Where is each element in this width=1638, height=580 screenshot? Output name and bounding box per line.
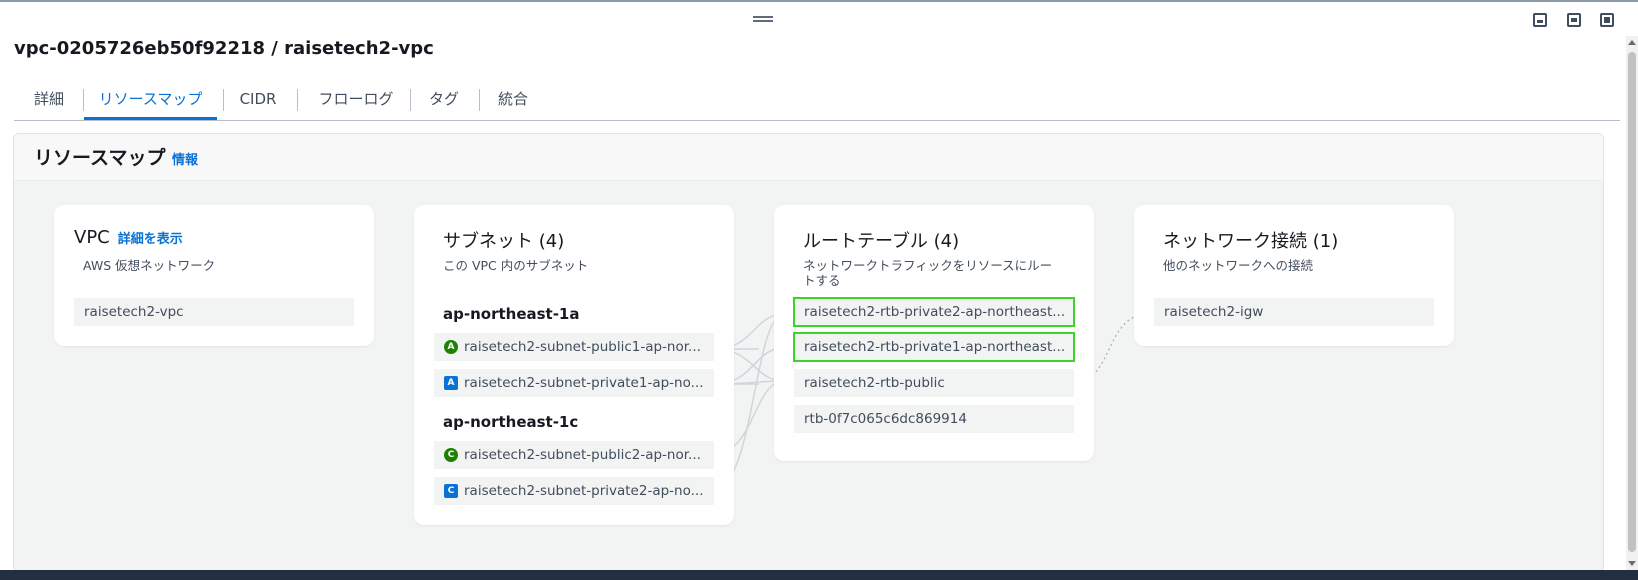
vpc-card-title: VPC 詳細を表示: [74, 227, 183, 248]
vpc-card-subtitle: AWS 仮想ネットワーク: [83, 258, 216, 273]
minimize-panel-icon[interactable]: [1533, 13, 1547, 27]
subnet-item-private2[interactable]: C raisetech2-subnet-private2-ap-no...: [434, 477, 714, 505]
bottom-bar: [0, 570, 1638, 580]
az-label: ap-northeast-1c: [443, 413, 579, 431]
vpc-title-text: VPC: [74, 227, 110, 248]
route-table-card-title: ルートテーブル (4): [803, 231, 960, 252]
subnet-card: サブネット (4) この VPC 内のサブネット ap-northeast-1a…: [414, 205, 734, 525]
route-table-item-private2[interactable]: raisetech2-rtb-private2-ap-northeast...: [793, 297, 1075, 327]
tab-details[interactable]: 詳細: [34, 84, 64, 120]
vpc-details-link[interactable]: 詳細を表示: [118, 232, 183, 247]
az-label: ap-northeast-1a: [443, 305, 580, 323]
tab-flow-logs[interactable]: フローログ: [316, 84, 396, 120]
vpc-card: VPC 詳細を表示 AWS 仮想ネットワーク raisetech2-vpc: [54, 205, 374, 346]
network-connections-card: ネットワーク接続 (1) 他のネットワークへの接続 raisetech2-igw: [1134, 205, 1454, 346]
public-subnet-icon: C: [444, 448, 458, 462]
tab-separator: [410, 89, 411, 111]
tab-integrations[interactable]: 統合: [497, 84, 529, 120]
subnet-name: raisetech2-subnet-private1-ap-no...: [464, 375, 704, 391]
page-title: vpc-0205726eb50f92218 / raisetech2-vpc: [14, 38, 434, 59]
scrollbar-thumb[interactable]: [1628, 52, 1636, 552]
route-table-card: ルートテーブル (4) ネットワークトラフィックをリソースにルートする rais…: [774, 205, 1094, 461]
tab-list: 詳細 リソースマップ CIDR フローログ タグ 統合: [14, 84, 1620, 121]
subnet-item-public1[interactable]: A raisetech2-subnet-public1-ap-nor...: [434, 333, 714, 361]
subnet-name: raisetech2-subnet-private2-ap-no...: [464, 483, 704, 499]
tab-tags[interactable]: タグ: [428, 84, 460, 120]
tab-resource-map[interactable]: リソースマップ: [84, 84, 217, 120]
subnet-item-private1[interactable]: A raisetech2-subnet-private1-ap-no...: [434, 369, 714, 397]
subnet-card-subtitle: この VPC 内のサブネット: [443, 258, 589, 273]
subnet-card-title: サブネット (4): [443, 231, 565, 252]
subnet-name: raisetech2-subnet-public2-ap-nor...: [464, 447, 701, 463]
route-table-item-default[interactable]: rtb-0f7c065c6dc869914: [794, 405, 1074, 433]
vertical-scrollbar[interactable]: [1626, 36, 1638, 570]
resource-map-panel: リソースマップ 情報 VPC 詳細を表示 AWS 仮想ネットワーク raisete…: [13, 133, 1604, 573]
network-connections-card-subtitle: 他のネットワークへの接続: [1163, 258, 1314, 273]
scroll-down-icon[interactable]: [1628, 561, 1636, 566]
route-table-card-subtitle: ネットワークトラフィックをリソースにルートする: [803, 258, 1053, 288]
tab-separator: [479, 89, 480, 111]
private-subnet-icon: C: [444, 484, 458, 498]
public-subnet-icon: A: [444, 340, 458, 354]
network-connections-card-title: ネットワーク接続 (1): [1163, 231, 1339, 252]
vpc-item[interactable]: raisetech2-vpc: [74, 298, 354, 326]
drag-handle-icon[interactable]: [753, 16, 773, 24]
private-subnet-icon: A: [444, 376, 458, 390]
maximize-panel-icon[interactable]: [1600, 13, 1614, 27]
split-panel-icon[interactable]: [1567, 13, 1581, 27]
route-table-item-private1[interactable]: raisetech2-rtb-private1-ap-northeast...: [793, 332, 1075, 362]
scroll-up-icon[interactable]: [1628, 40, 1636, 45]
subnet-name: raisetech2-subnet-public1-ap-nor...: [464, 339, 701, 355]
tab-separator: [297, 89, 298, 111]
internet-gateway-item[interactable]: raisetech2-igw: [1154, 298, 1434, 326]
tab-separator: [223, 89, 224, 111]
route-table-item-public[interactable]: raisetech2-rtb-public: [794, 369, 1074, 397]
tab-cidr[interactable]: CIDR: [238, 84, 278, 120]
subnet-item-public2[interactable]: C raisetech2-subnet-public2-ap-nor...: [434, 441, 714, 469]
top-border: [0, 0, 1638, 2]
